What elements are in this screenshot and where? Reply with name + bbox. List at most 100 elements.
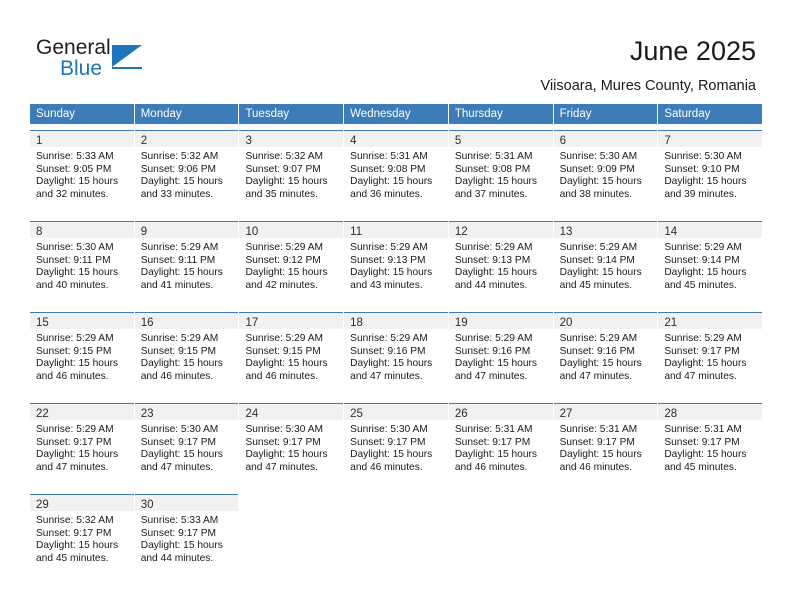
daylight-text: Daylight: 15 hours and 46 minutes.: [245, 358, 328, 382]
day-number-band: 8: [30, 221, 134, 238]
calendar-day-cell[interactable]: 1 Sunrise: 5:33 AM Sunset: 9:05 PM Daylight…: [30, 130, 134, 215]
day-details: Sunrise: 5:31 AM Sunset: 9:08 PM Daylight:…: [344, 147, 448, 201]
sunrise-text: Sunrise: 5:30 AM: [245, 424, 324, 435]
calendar-day-cell[interactable]: 28 Sunrise: 5:31 AM Sunset: 9:17 PM Dayligh…: [657, 403, 763, 488]
daylight-text: Daylight: 15 hours and 43 minutes.: [350, 267, 433, 291]
day-details: Sunrise: 5:29 AM Sunset: 9:17 PM Daylight:…: [30, 420, 134, 474]
day-number-band: [344, 494, 448, 511]
calendar-day-cell[interactable]: 10 Sunrise: 5:29 AM Sunset: 9:12 PM Dayligh…: [238, 221, 344, 306]
calendar-day-cell[interactable]: 20 Sunrise: 5:29 AM Sunset: 9:16 PM Dayligh…: [552, 312, 658, 397]
calendar-day-cell[interactable]: 6 Sunrise: 5:30 AM Sunset: 9:09 PM Daylight…: [552, 130, 658, 215]
sunset-text: Sunset: 9:10 PM: [664, 163, 740, 175]
sunset-text: Sunset: 9:17 PM: [664, 345, 740, 357]
calendar-day-cell[interactable]: 24 Sunrise: 5:30 AM Sunset: 9:17 PM Dayligh…: [238, 403, 344, 488]
daylight-text: Daylight: 15 hours and 44 minutes.: [454, 267, 537, 291]
sunset-text: Sunset: 9:17 PM: [140, 436, 217, 448]
day-number-band: [239, 494, 343, 511]
calendar-day-cell[interactable]: 8 Sunrise: 5:30 AM Sunset: 9:11 PM Daylight…: [30, 221, 134, 306]
sunrise-text: Sunrise: 5:30 AM: [664, 151, 742, 162]
weekday-header-row: Sunday Monday Tuesday Wednesday Thursday Frid…: [30, 104, 762, 124]
day-details: Sunrise: 5:30 AM Sunset: 9:17 PM Daylight:…: [135, 420, 239, 474]
day-number-band: 16: [134, 312, 239, 329]
day-number: 10: [245, 226, 259, 238]
calendar-day-cell[interactable]: 5 Sunrise: 5:31 AM Sunset: 9:08 PM Daylight…: [447, 130, 553, 215]
calendar-cell-inner: [554, 494, 658, 579]
page-title: June 2025: [629, 36, 756, 66]
calendar-cell-inner: 14 Sunrise: 5:29 AM Sunset: 9:14 PM Dayligh…: [658, 221, 763, 306]
sunset-text: Sunset: 9:16 PM: [350, 345, 426, 357]
day-number: 29: [36, 499, 49, 511]
sunset-text: Sunset: 9:17 PM: [350, 436, 426, 448]
sunset-text: Sunset: 9:15 PM: [140, 345, 217, 357]
sunset-text: Sunset: 9:17 PM: [245, 436, 321, 448]
calendar-day-cell[interactable]: 18 Sunrise: 5:29 AM Sunset: 9:16 PM Dayligh…: [343, 312, 448, 397]
calendar-day-cell[interactable]: 15 Sunrise: 5:29 AM Sunset: 9:15 PM Dayligh…: [30, 312, 134, 397]
day-number-band: 15: [30, 312, 134, 329]
general-blue-logo[interactable]: General Blue: [36, 36, 176, 84]
day-number: 27: [559, 408, 573, 420]
calendar-day-cell[interactable]: 29 Sunrise: 5:32 AM Sunset: 9:17 PM Dayligh…: [30, 494, 134, 579]
sunrise-text: Sunrise: 5:31 AM: [559, 424, 638, 435]
daylight-text: Daylight: 15 hours and 45 minutes.: [559, 267, 642, 291]
daylight-text: Daylight: 15 hours and 46 minutes.: [350, 449, 433, 473]
calendar-day-cell[interactable]: 12 Sunrise: 5:29 AM Sunset: 9:13 PM Dayligh…: [447, 221, 553, 306]
calendar-cell-inner: 21 Sunrise: 5:29 AM Sunset: 9:17 PM Dayligh…: [658, 312, 763, 397]
day-number: 20: [559, 317, 573, 329]
calendar-day-cell[interactable]: 26 Sunrise: 5:31 AM Sunset: 9:17 PM Dayligh…: [447, 403, 553, 488]
day-number: 22: [36, 408, 49, 420]
day-details: Sunrise: 5:30 AM Sunset: 9:17 PM Daylight:…: [239, 420, 343, 474]
calendar-day-cell[interactable]: 7 Sunrise: 5:30 AM Sunset: 9:10 PM Daylight…: [657, 130, 763, 215]
daylight-text: Daylight: 15 hours and 45 minutes.: [664, 267, 747, 291]
day-number-band: 10: [239, 221, 344, 238]
calendar-cell-inner: 1 Sunrise: 5:33 AM Sunset: 9:05 PM Daylight…: [30, 130, 134, 215]
daylight-text: Daylight: 15 hours and 35 minutes.: [245, 176, 328, 200]
calendar-day-cell[interactable]: 2 Sunrise: 5:32 AM Sunset: 9:06 PM Daylight…: [133, 130, 239, 215]
sunrise-text: Sunrise: 5:33 AM: [36, 151, 114, 162]
sunrise-text: Sunrise: 5:29 AM: [245, 242, 324, 253]
calendar-cell-inner: 3 Sunrise: 5:32 AM Sunset: 9:07 PM Daylight…: [239, 130, 344, 215]
sunrise-text: Sunrise: 5:29 AM: [664, 242, 742, 253]
sunrise-text: Sunrise: 5:29 AM: [36, 333, 114, 344]
daylight-text: Daylight: 15 hours and 47 minutes.: [140, 449, 223, 473]
sunset-text: Sunset: 9:09 PM: [559, 163, 635, 175]
day-number-band: [658, 494, 762, 511]
logo-text-blue: Blue: [60, 57, 103, 80]
day-details: Sunrise: 5:32 AM Sunset: 9:06 PM Daylight:…: [135, 147, 239, 201]
day-number: 25: [350, 408, 363, 420]
calendar-day-cell[interactable]: 25 Sunrise: 5:30 AM Sunset: 9:17 PM Dayligh…: [343, 403, 448, 488]
daylight-text: Daylight: 15 hours and 40 minutes.: [36, 267, 119, 291]
calendar-day-cell[interactable]: 13 Sunrise: 5:29 AM Sunset: 9:14 PM Dayligh…: [552, 221, 658, 306]
sunset-text: Sunset: 9:11 PM: [36, 254, 111, 266]
calendar-cell-inner: 28 Sunrise: 5:31 AM Sunset: 9:17 PM Dayligh…: [658, 403, 763, 488]
sunset-text: Sunset: 9:15 PM: [36, 345, 112, 357]
calendar-day-cell[interactable]: 3 Sunrise: 5:32 AM Sunset: 9:07 PM Daylight…: [238, 130, 344, 215]
calendar-day-cell[interactable]: 14 Sunrise: 5:29 AM Sunset: 9:14 PM Dayligh…: [657, 221, 763, 306]
day-number: 5: [454, 135, 462, 147]
calendar-cell-inner: 16 Sunrise: 5:29 AM Sunset: 9:15 PM Dayligh…: [134, 312, 239, 397]
calendar-day-cell[interactable]: 4 Sunrise: 5:31 AM Sunset: 9:08 PM Daylight…: [343, 130, 448, 215]
sunset-text: Sunset: 9:16 PM: [454, 345, 531, 357]
calendar-day-cell[interactable]: 9 Sunrise: 5:29 AM Sunset: 9:11 PM Daylight…: [133, 221, 239, 306]
day-number-band: 29: [30, 494, 134, 511]
calendar-day-cell[interactable]: 27 Sunrise: 5:31 AM Sunset: 9:17 PM Dayligh…: [552, 403, 658, 488]
day-number: 18: [350, 317, 363, 329]
calendar-day-cell[interactable]: 30 Sunrise: 5:33 AM Sunset: 9:17 PM Dayligh…: [133, 494, 239, 579]
sunrise-text: Sunrise: 5:29 AM: [140, 242, 219, 253]
sunset-text: Sunset: 9:13 PM: [350, 254, 426, 266]
calendar-day-cell[interactable]: 21 Sunrise: 5:29 AM Sunset: 9:17 PM Dayligh…: [657, 312, 763, 397]
sunset-text: Sunset: 9:08 PM: [454, 163, 531, 175]
calendar-cell-inner: 10 Sunrise: 5:29 AM Sunset: 9:12 PM Dayligh…: [239, 221, 344, 306]
calendar-day-cell[interactable]: 16 Sunrise: 5:29 AM Sunset: 9:15 PM Dayligh…: [133, 312, 239, 397]
calendar-day-cell[interactable]: 23 Sunrise: 5:30 AM Sunset: 9:17 PM Dayligh…: [133, 403, 239, 488]
calendar-day-cell[interactable]: 11 Sunrise: 5:29 AM Sunset: 9:13 PM Dayligh…: [343, 221, 448, 306]
sunset-text: Sunset: 9:12 PM: [245, 254, 321, 266]
calendar-weeks: 1 Sunrise: 5:33 AM Sunset: 9:05 PM Daylight…: [30, 130, 763, 579]
sunrise-text: Sunrise: 5:29 AM: [559, 242, 638, 253]
sunset-text: Sunset: 9:15 PM: [245, 345, 321, 357]
day-details: Sunrise: 5:29 AM Sunset: 9:14 PM Daylight:…: [658, 238, 762, 292]
calendar-day-cell[interactable]: 19 Sunrise: 5:29 AM Sunset: 9:16 PM Dayligh…: [447, 312, 553, 397]
calendar-page: General Blue June 2025 Viisoara, Mures C…: [0, 0, 792, 612]
daylight-text: Daylight: 15 hours and 46 minutes.: [36, 358, 119, 382]
calendar-day-cell[interactable]: 22 Sunrise: 5:29 AM Sunset: 9:17 PM Dayligh…: [30, 403, 134, 488]
calendar-day-cell[interactable]: 17 Sunrise: 5:29 AM Sunset: 9:15 PM Dayligh…: [238, 312, 344, 397]
